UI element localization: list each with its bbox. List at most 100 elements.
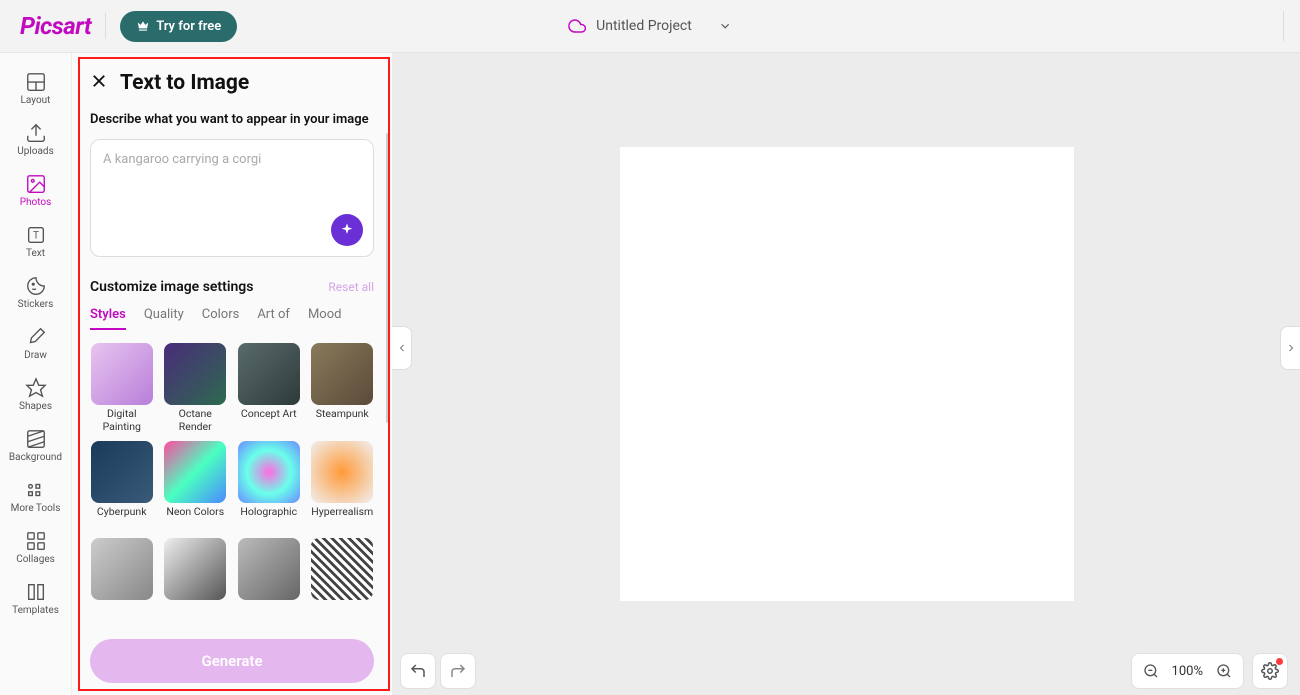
style-option[interactable] [164,538,228,627]
templates-icon [25,581,47,603]
rail-item-photos[interactable]: Photos [6,167,66,214]
chevron-right-icon [1285,342,1297,354]
generate-button[interactable]: Generate [90,639,374,683]
divider [105,13,106,39]
rail-label: Templates [12,605,59,616]
star-icon [25,377,47,399]
rail-label: Uploads [17,146,53,157]
redo-button[interactable] [440,653,476,689]
tab-quality[interactable]: Quality [144,307,184,330]
divider [1283,11,1284,41]
expand-right-handle[interactable] [1280,326,1300,370]
rail-item-more-tools[interactable]: More Tools [6,473,66,520]
text-icon: T [25,224,47,246]
prompt-input-container [90,139,374,257]
rail-item-text[interactable]: T Text [6,218,66,265]
canvas-area[interactable] [392,53,1300,695]
sparkle-icon [339,222,355,238]
tab-styles[interactable]: Styles [90,307,126,330]
settings-button[interactable] [1252,653,1288,689]
project-title-dropdown[interactable]: Untitled Project [568,17,732,35]
settings-tabs: Styles Quality Colors Art of Mood [90,307,374,331]
project-name: Untitled Project [596,18,692,34]
close-panel-button[interactable] [90,72,108,94]
redo-icon [449,662,467,680]
zoom-value[interactable]: 100% [1168,664,1207,679]
style-thumb [164,441,226,503]
tool-rail: Layout Uploads Photos T Text Stickers Dr… [0,53,72,695]
enhance-prompt-button[interactable] [331,214,363,246]
undo-icon [409,662,427,680]
style-option[interactable] [90,538,154,627]
rail-item-shapes[interactable]: Shapes [6,371,66,418]
style-label: Neon Colors [166,506,224,530]
history-controls [400,653,476,689]
style-option-octane-render[interactable]: Octane Render [164,343,228,433]
notification-dot [1276,658,1283,665]
style-thumb [91,538,153,600]
customize-label: Customize image settings [90,279,253,295]
style-option[interactable] [311,538,375,627]
style-label: Digital Painting [90,408,154,433]
zoom-in-button[interactable] [1211,658,1237,684]
crown-icon [136,19,150,33]
panel-scrollbar[interactable] [386,133,390,423]
undo-button[interactable] [400,653,436,689]
style-thumb [311,441,373,503]
style-label: Concept Art [241,408,297,432]
chevron-left-icon [396,342,408,354]
artboard[interactable] [620,147,1074,601]
rail-label: Background [9,452,62,463]
close-icon [90,72,108,90]
rail-item-uploads[interactable]: Uploads [6,116,66,163]
style-thumb [311,343,373,405]
style-option-neon-colors[interactable]: Neon Colors [164,441,228,530]
rail-item-stickers[interactable]: Stickers [6,269,66,316]
zoom-in-icon [1216,663,1232,679]
zoom-out-button[interactable] [1138,658,1164,684]
tab-mood[interactable]: Mood [308,307,342,330]
rail-item-collages[interactable]: Collages [6,524,66,571]
style-option[interactable] [237,538,301,627]
tab-colors[interactable]: Colors [202,307,240,330]
style-thumb [91,343,153,405]
try-label: Try for free [156,19,221,34]
reset-all-button[interactable]: Reset all [328,280,374,294]
style-option-cyberpunk[interactable]: Cyberpunk [90,441,154,530]
logo: Picsart [20,12,91,40]
cloud-sync-icon [568,17,586,35]
rail-item-background[interactable]: Background [6,422,66,469]
style-thumb [91,441,153,503]
rail-label: Stickers [18,299,54,310]
tab-artof[interactable]: Art of [257,307,290,330]
rail-item-templates[interactable]: Templates [6,575,66,622]
style-thumb [238,441,300,503]
rail-item-draw[interactable]: Draw [6,320,66,367]
style-option-hyperrealism[interactable]: Hyperrealism [311,441,375,530]
collapse-panel-handle[interactable] [392,326,412,370]
prompt-input[interactable] [103,152,361,216]
style-thumb [311,538,373,600]
zoom-out-icon [1143,663,1159,679]
svg-text:T: T [32,231,38,242]
rail-item-layout[interactable]: Layout [6,65,66,112]
style-option-digital-painting[interactable]: Digital Painting [90,343,154,433]
text-to-image-panel: Text to Image Describe what you want to … [72,53,392,695]
rail-label: Draw [24,350,47,361]
style-thumb [164,538,226,600]
style-option-steampunk[interactable]: Steampunk [311,343,375,433]
style-option-concept-art[interactable]: Concept Art [237,343,301,433]
background-icon [25,428,47,450]
rail-label: More Tools [11,503,61,514]
style-label: Holographic [240,506,297,530]
style-option-holographic[interactable]: Holographic [237,441,301,530]
style-label: Octane Render [164,408,228,433]
layout-icon [25,71,47,93]
try-for-free-button[interactable]: Try for free [120,11,237,42]
style-label: Hyperrealism [311,506,373,530]
rail-label: Photos [20,197,52,208]
style-thumb [164,343,226,405]
rail-label: Collages [16,554,55,565]
styles-grid: Digital Painting Octane Render Concept A… [90,343,374,631]
gear-icon [1261,662,1279,680]
